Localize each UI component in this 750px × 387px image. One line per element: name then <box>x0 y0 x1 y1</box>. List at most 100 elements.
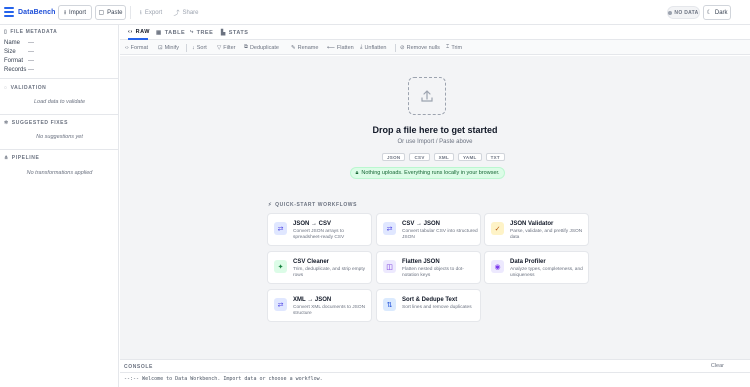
lock-icon: 🔒︎ <box>355 169 359 176</box>
flatten-icon: ⟵ <box>327 44 335 51</box>
workflow-card-sort-dedupe[interactable]: ⇅ Sort & Dedupe Text Sort lines and remo… <box>376 289 481 322</box>
unflatten-button[interactable]: ⤓ Unflatten <box>360 40 386 55</box>
section-divider <box>0 114 119 115</box>
logo-icon <box>4 7 14 17</box>
tab-stats[interactable]: ▙ STATS <box>221 25 248 40</box>
rename-button[interactable]: ✎ Rename <box>291 40 318 55</box>
layers-icon: ◫ <box>383 260 396 273</box>
code-icon: ‹› <box>125 44 129 51</box>
trim-icon: ⌶ <box>446 44 450 50</box>
tree-icon: ⤷ <box>190 29 194 35</box>
workflow-card-csv-cleaner[interactable]: ✦ CSV Cleaner Trim, deduplicate, and str… <box>267 251 372 284</box>
suggested-fixes-empty: No suggestions yet <box>36 134 83 140</box>
sort-icon: ⇅ <box>383 298 396 311</box>
format-chip: YAML <box>458 153 482 161</box>
upload-drop-target[interactable] <box>408 77 446 115</box>
pipeline-icon: ⋔ <box>4 155 9 161</box>
quickstart-header: ⚡︎ QUICK-START WORKFLOWS <box>268 202 358 208</box>
console-clear-button[interactable]: Clear <box>711 363 724 369</box>
check-icon: ✓ <box>491 222 504 235</box>
sparkle-icon: ✦ <box>274 260 287 273</box>
meta-label-size: Size <box>4 49 16 55</box>
tab-raw[interactable]: ‹› RAW <box>128 25 150 40</box>
toolbar-divider <box>186 44 187 52</box>
section-divider <box>0 78 119 79</box>
tab-tree[interactable]: ⤷ TREE <box>190 25 213 40</box>
sidebar: ▯ FILE METADATA Name — Size — Format — R… <box>0 25 119 387</box>
suggested-fixes-header: ✲ SUGGESTED FIXES <box>4 120 69 126</box>
app-name: DataBench <box>18 8 56 16</box>
sort-button[interactable]: ↓ Sort <box>192 40 207 55</box>
wand-icon: ✲ <box>4 120 9 126</box>
workflow-card-json-validator[interactable]: ✓ JSON Validator Parse, validate, and pr… <box>484 213 589 246</box>
share-button[interactable]: ⤴ Share <box>170 5 202 20</box>
format-chip: XML <box>433 153 455 161</box>
file-metadata-header: ▯ FILE METADATA <box>4 29 58 35</box>
status-badge: NO DATA <box>667 6 700 19</box>
table-icon: ▦ <box>156 29 162 36</box>
workflow-card-data-profiler[interactable]: ◉ Data Profiler Analyze types, completen… <box>484 251 589 284</box>
format-chip: TXT <box>485 153 505 161</box>
toolbar-divider <box>395 44 396 52</box>
workflow-card-csv-to-json[interactable]: ⇄ CSV → JSON Convert tabular CSV into st… <box>376 213 481 246</box>
validation-header: ◌ VALIDATION <box>4 85 47 91</box>
transform-toolbar: ‹› Format ⊡ Minify ↓ Sort ▽ Filter ⧉ Deduplic… <box>120 40 750 55</box>
format-chip: CSV <box>409 153 430 161</box>
arrows-icon: ⇄ <box>274 298 287 311</box>
section-divider <box>0 149 119 150</box>
theme-toggle-button[interactable]: ☾ Dark <box>703 5 731 20</box>
console-panel: CONSOLE Clear --:-- Welcome to Data Work… <box>120 359 750 387</box>
download-icon: ⭳ <box>139 9 142 16</box>
toolbar-divider <box>130 6 131 19</box>
supported-formats: JSON CSV XML YAML TXT <box>382 153 505 161</box>
validation-empty: Load data to validate <box>33 99 86 105</box>
format-chip: JSON <box>382 153 406 161</box>
console-header: CONSOLE Clear <box>120 360 750 373</box>
share-icon: ⤴ <box>173 11 180 17</box>
unflatten-icon: ⤓ <box>360 44 363 50</box>
upload-icon: ⭳ <box>63 9 67 16</box>
console-line: --:-- Welcome to Data Workbench. Import … <box>124 376 323 382</box>
import-button[interactable]: ⭳ Import <box>58 5 92 20</box>
file-icon: ▯ <box>4 29 8 35</box>
bolt-icon: ⚡︎ <box>268 202 273 208</box>
pipeline-empty: No transformations applied <box>26 170 93 176</box>
drop-title: Drop a file here to get started <box>372 125 498 135</box>
deduplicate-button[interactable]: ⧉ Deduplicate <box>244 40 279 55</box>
tab-table[interactable]: ▦ TABLE <box>156 25 185 40</box>
meta-label-name: Name <box>4 40 21 46</box>
clipboard-icon: ▢ <box>98 10 105 16</box>
rename-icon: ✎ <box>291 44 296 51</box>
moon-icon: ☾ <box>706 10 712 16</box>
filter-button[interactable]: ▽ Filter <box>217 40 235 55</box>
format-button[interactable]: ‹› Format <box>125 40 148 55</box>
status-dot-icon <box>668 10 673 15</box>
workflow-card-flatten-json[interactable]: ◫ Flatten JSON Flatten nested objects to… <box>376 251 481 284</box>
code-icon: ‹› <box>128 28 133 35</box>
meta-value-format: — <box>28 58 34 64</box>
filter-icon: ▽ <box>217 44 222 51</box>
sort-icon: ↓ <box>192 44 195 51</box>
meta-label-format: Format <box>4 58 24 64</box>
meta-value-size: — <box>28 49 34 55</box>
workflow-card-json-to-csv[interactable]: ⇄ JSON → CSV Convert JSON arrays to spre… <box>267 213 372 246</box>
view-tabs: ‹› RAW ▦ TABLE ⤷ TREE ▙ STATS <box>120 25 750 40</box>
drop-canvas[interactable]: Drop a file here to get started Or use I… <box>120 56 750 359</box>
arrows-icon: ⇄ <box>383 222 396 235</box>
export-button[interactable]: ⭳ Export <box>134 5 168 20</box>
remove-nulls-button[interactable]: ⊘ Remove nulls <box>400 40 440 55</box>
profile-icon: ◉ <box>491 260 504 273</box>
meta-value-name: — <box>28 40 34 46</box>
shield-icon: ◌ <box>4 85 8 91</box>
brand: DataBench <box>4 7 55 17</box>
top-bar: DataBench ⭳ Import ▢ Paste ⭳ Export ⤴ Sh… <box>0 0 750 25</box>
paste-button[interactable]: ▢ Paste <box>95 5 126 20</box>
pipeline-header: ⋔ PIPELINE <box>4 155 40 161</box>
console-title: CONSOLE <box>124 364 153 370</box>
workflow-card-xml-to-json[interactable]: ⇄ XML → JSON Convert XML documents to JS… <box>267 289 372 322</box>
flatten-button[interactable]: ⟵ Flatten <box>327 40 354 55</box>
minify-button[interactable]: ⊡ Minify <box>158 40 179 55</box>
trim-button[interactable]: ⌶ Trim <box>446 40 462 55</box>
null-icon: ⊘ <box>400 44 405 51</box>
meta-label-records: Records <box>4 67 27 73</box>
